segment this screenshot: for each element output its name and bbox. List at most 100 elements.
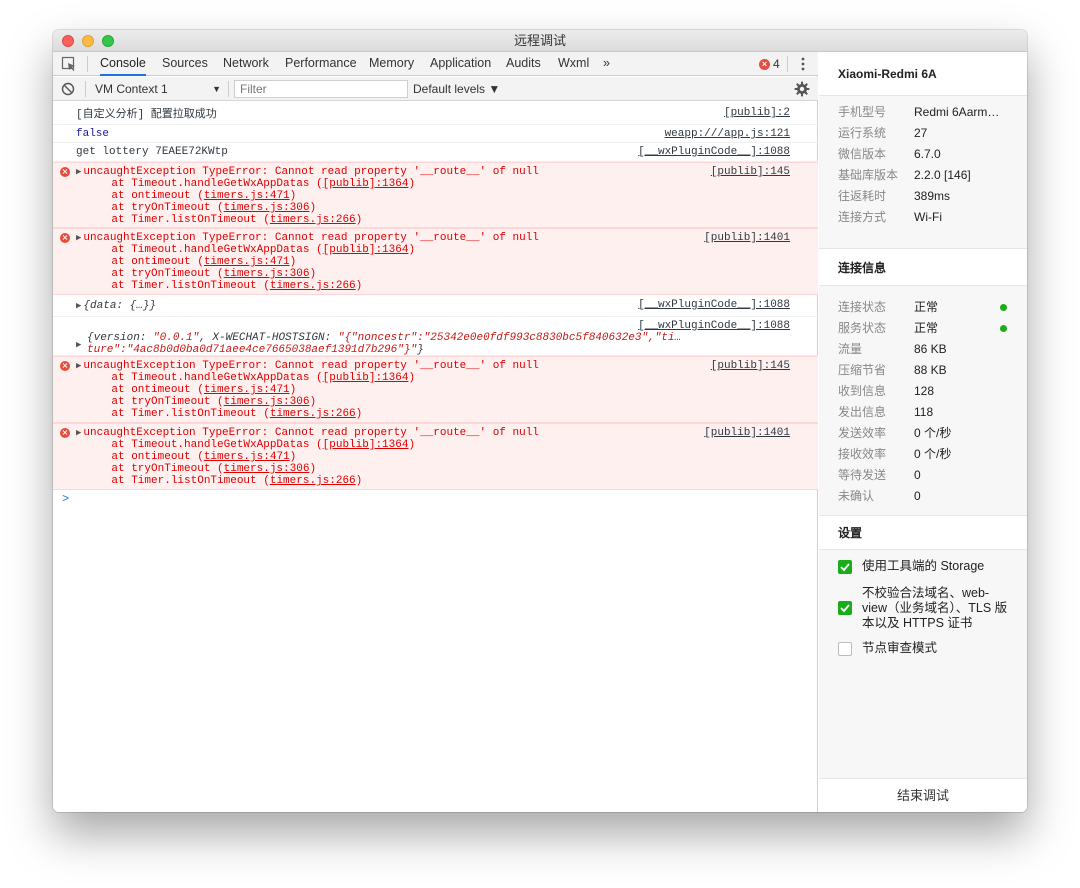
conn-row: 未确认 0 — [838, 489, 921, 503]
error-head[interactable]: ▶ uncaughtException TypeError: Cannot rea… — [76, 166, 539, 178]
expand-triangle-icon[interactable]: ▶ — [76, 339, 83, 351]
stack-frame: at tryOnTimeout (timers.js:306) — [85, 396, 317, 408]
node-inspect-label[interactable]: 节点审查模式 — [862, 641, 1012, 656]
gear-icon[interactable] — [794, 81, 810, 97]
context-select-value: VM Context 1 — [95, 82, 168, 96]
object-preview[interactable]: {version: "0.0.1", X-WECHAT-HOSTSIGN: "{… — [87, 332, 681, 344]
error-icon: × — [60, 428, 70, 438]
conn-row: 连接状态 正常 — [838, 297, 1018, 317]
skip-domain-check-label[interactable]: 不校验合法域名、web-view（业务域名）、TLS 版本以及 HTTPS 证书 — [862, 586, 1012, 631]
window-title: 远程调试 — [513, 33, 566, 48]
source-link[interactable]: [__wxPluginCode__]:1088 — [638, 146, 790, 158]
divider — [87, 56, 88, 72]
context-select[interactable]: VM Context 1 ▼ — [95, 81, 221, 97]
object-preview-cont: ture":"4ac8b0d0ba0d71aee4ce7665038aef139… — [87, 344, 424, 356]
stack-link[interactable]: [publib]:1364 — [323, 178, 409, 190]
stack-frame: at tryOnTimeout (timers.js:306) — [85, 202, 317, 214]
source-link[interactable]: [__wxPluginCode__]:1088 — [638, 299, 790, 311]
divider — [228, 81, 229, 97]
console-message: get lottery 7EAEE72KWtp [__wxPluginCode_… — [53, 143, 818, 162]
status-ok-icon — [1000, 325, 1007, 332]
divider — [787, 56, 788, 72]
stack-link[interactable]: [publib]:1364 — [323, 244, 409, 256]
conn-row: 发送效率 0 个/秒 — [838, 426, 952, 440]
console-message: [自定义分析] 配置拉取成功 [publib]:2 — [53, 105, 818, 125]
error-head[interactable]: ▶ uncaughtException TypeError: Cannot rea… — [76, 232, 539, 244]
stack-link[interactable]: timers.js:266 — [270, 214, 356, 226]
tab-network[interactable]: Network — [223, 52, 269, 76]
panel-tab-bar: Console Sources Network Performance Memo… — [53, 52, 818, 76]
stack-frame: at ontimeout (timers.js:471) — [85, 256, 297, 268]
stack-link[interactable]: [publib]:1364 — [323, 372, 409, 384]
console-prompt[interactable]: > — [62, 492, 69, 506]
error-icon: × — [60, 361, 70, 371]
error-count: 4 — [773, 57, 780, 71]
info-row: 基础库版本 2.2.0 [146] — [838, 168, 971, 182]
error-head[interactable]: ▶ uncaughtException TypeError: Cannot rea… — [76, 360, 539, 372]
node-inspect-checkbox[interactable] — [838, 642, 852, 656]
stack-link[interactable]: timers.js:471 — [204, 190, 290, 202]
tab-memory[interactable]: Memory — [369, 52, 414, 76]
stack-link[interactable]: timers.js:306 — [224, 463, 310, 475]
stack-link[interactable]: timers.js:266 — [270, 408, 356, 420]
expand-triangle-icon[interactable]: ▶ — [76, 301, 81, 311]
source-link[interactable]: [publib]:145 — [711, 360, 790, 372]
stack-link[interactable]: timers.js:471 — [204, 451, 290, 463]
source-link[interactable]: [publib]:1401 — [704, 232, 790, 244]
more-options-icon[interactable] — [795, 56, 811, 72]
skip-domain-check-checkbox[interactable] — [838, 601, 852, 615]
stack-link[interactable]: timers.js:306 — [224, 202, 310, 214]
info-row: 微信版本 6.7.0 — [838, 147, 941, 161]
status-ok-icon — [1000, 304, 1007, 311]
console-message: [__wxPluginCode__]:1088 ▶ {version: "0.0… — [53, 317, 818, 356]
storage-checkbox[interactable] — [838, 560, 852, 574]
source-link[interactable]: weapp:///app.js:121 — [665, 128, 790, 140]
stack-frame: at Timer.listOnTimeout (timers.js:266) — [85, 408, 363, 420]
minimize-window-button[interactable] — [82, 35, 94, 47]
stack-frame: at Timer.listOnTimeout (timers.js:266) — [85, 214, 363, 226]
remote-debug-sidebar: Xiaomi-Redmi 6A 手机型号 Redmi 6Aarme… 运行系统 27… — [819, 52, 1027, 812]
stack-link[interactable]: timers.js:266 — [270, 475, 356, 487]
log-levels-dropdown[interactable]: Default levels ▼ — [413, 81, 500, 97]
stack-link[interactable]: timers.js:471 — [204, 256, 290, 268]
object-preview[interactable]: ▶ {data: {…}} — [76, 300, 156, 312]
storage-checkbox-label[interactable]: 使用工具端的 Storage — [862, 559, 1012, 574]
zoom-window-button[interactable] — [102, 35, 114, 47]
source-link[interactable]: [publib]:145 — [711, 166, 790, 178]
expand-triangle-icon[interactable]: ▶ — [76, 428, 81, 438]
source-link[interactable]: [publib]:2 — [724, 107, 790, 119]
end-debug-button[interactable]: 结束调试 — [819, 778, 1027, 812]
inspect-element-icon[interactable] — [61, 56, 77, 72]
source-link[interactable]: [__wxPluginCode__]:1088 — [638, 320, 790, 332]
filter-input[interactable] — [234, 80, 408, 98]
console-output: [自定义分析] 配置拉取成功 [publib]:2 false weapp://… — [53, 102, 818, 812]
checkmark-icon — [840, 563, 850, 572]
error-head[interactable]: ▶ uncaughtException TypeError: Cannot rea… — [76, 427, 539, 439]
error-message: × ▶ uncaughtException TypeError: Cannot r… — [53, 162, 818, 228]
tab-audits[interactable]: Audits — [506, 52, 541, 76]
stack-link[interactable]: timers.js:266 — [270, 280, 356, 292]
expand-triangle-icon[interactable]: ▶ — [76, 167, 81, 177]
tab-wxml[interactable]: Wxml — [558, 52, 589, 76]
expand-triangle-icon[interactable]: ▶ — [76, 233, 81, 243]
stack-link[interactable]: timers.js:471 — [204, 384, 290, 396]
tab-console[interactable]: Console — [100, 52, 146, 76]
more-tabs-button[interactable]: » — [603, 52, 610, 76]
log-text: [自定义分析] 配置拉取成功 — [76, 109, 217, 121]
stack-link[interactable]: [publib]:1364 — [323, 439, 409, 451]
close-window-button[interactable] — [62, 35, 74, 47]
tab-performance[interactable]: Performance — [285, 52, 357, 76]
conn-row: 流量 86 KB — [838, 342, 947, 356]
stack-frame: at Timer.listOnTimeout (timers.js:266) — [85, 280, 363, 292]
tab-application[interactable]: Application — [430, 52, 491, 76]
tab-sources[interactable]: Sources — [162, 52, 208, 76]
conn-row: 压缩节省 88 KB — [838, 363, 947, 377]
clear-console-icon[interactable] — [61, 82, 75, 96]
stack-link[interactable]: timers.js:306 — [224, 396, 310, 408]
source-link[interactable]: [publib]:1401 — [704, 427, 790, 439]
error-message: × ▶ uncaughtException TypeError: Cannot r… — [53, 228, 818, 295]
error-counter[interactable]: × 4 — [759, 57, 780, 71]
stack-link[interactable]: timers.js:306 — [224, 268, 310, 280]
devtools-window: 远程调试 Console Sources Network Performance… — [53, 30, 1027, 812]
expand-triangle-icon[interactable]: ▶ — [76, 361, 81, 371]
